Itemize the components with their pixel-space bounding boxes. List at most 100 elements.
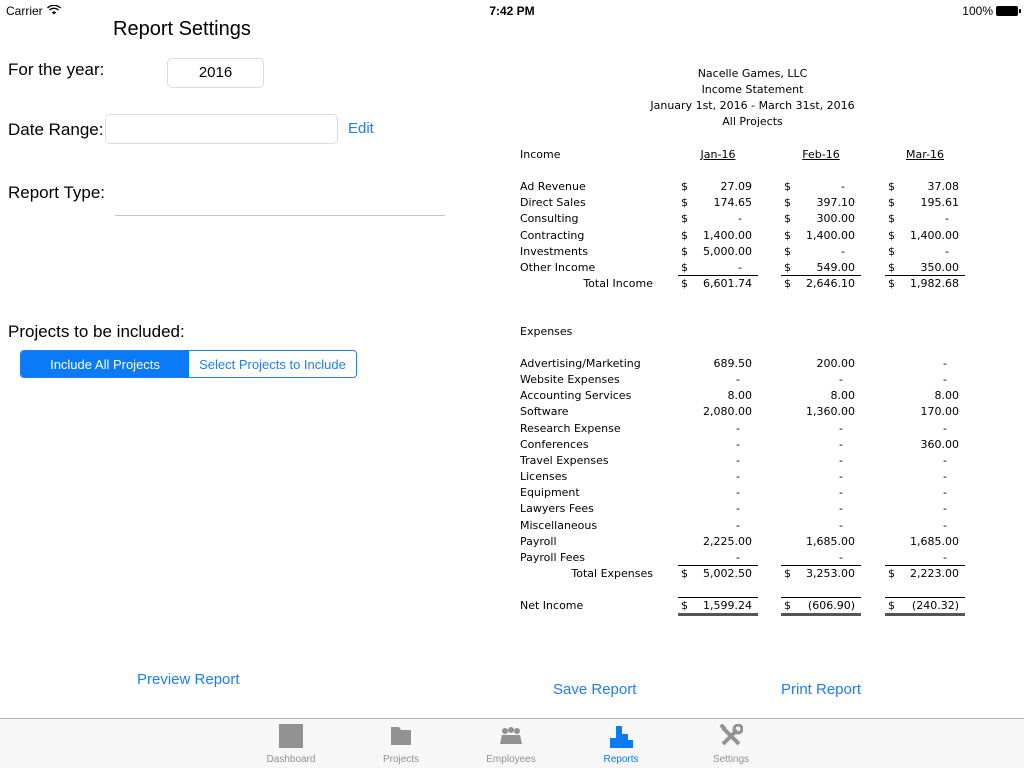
report-value: - — [839, 453, 843, 467]
income-row-label: Direct Sales — [520, 196, 586, 210]
expense-row-label: Payroll Fees — [520, 550, 586, 564]
tab-projects[interactable]: Projects — [351, 719, 451, 768]
currency-symbol: $ — [681, 599, 688, 612]
tab-settings[interactable]: Settings — [681, 719, 781, 768]
report-cell: $3,253.00 — [781, 567, 861, 581]
currency-symbol: $ — [681, 180, 688, 193]
income-row-label: Consulting — [520, 212, 579, 226]
report-cell: $ - — [885, 212, 965, 226]
report-value: 195.61 — [920, 196, 960, 210]
report-value: - — [943, 486, 947, 500]
report-cell: - — [781, 486, 861, 500]
report-value: 174.65 — [713, 196, 753, 210]
report-value: - — [839, 486, 843, 500]
report-cell: 1,360.00 — [781, 405, 861, 419]
projects-segmented-control: Include All Projects Select Projects to … — [20, 350, 357, 378]
report-scope: All Projects — [722, 115, 783, 128]
report-cell: - — [885, 486, 965, 500]
income-row-label: Investments — [520, 244, 589, 258]
report-value: - — [943, 518, 947, 532]
report-cell: $27.09 — [678, 180, 758, 194]
report-value: 1,400.00 — [806, 228, 855, 242]
report-value: - — [736, 373, 740, 387]
report-cell: $1,982.68 — [885, 277, 965, 291]
report-cell: $174.65 — [678, 196, 758, 210]
currency-symbol: $ — [784, 277, 791, 290]
column-header: Feb-16 — [802, 148, 840, 161]
report-value: 689.50 — [713, 357, 753, 370]
include-all-projects-segment[interactable]: Include All Projects — [21, 351, 189, 377]
print-report-button[interactable]: Print Report — [781, 681, 861, 698]
report-value: - — [943, 502, 947, 516]
tab-label: Projects — [382, 754, 420, 765]
report-cell: 1,685.00 — [781, 535, 861, 549]
report-cell: $195.61 — [885, 196, 965, 210]
total-income-label: Total Income — [583, 277, 653, 290]
income-row-label: Other Income — [520, 261, 596, 274]
report-value: 1,400.00 — [703, 228, 752, 242]
currency-symbol: $ — [888, 244, 895, 258]
report-value: - — [945, 212, 949, 226]
report-value: - — [736, 550, 740, 564]
currency-symbol: $ — [784, 212, 791, 226]
report-value: - — [738, 212, 742, 226]
report-cell: - — [678, 470, 758, 484]
double-underline — [885, 613, 965, 616]
save-report-button[interactable]: Save Report — [553, 681, 636, 698]
report-value: 1,599.24 — [703, 599, 752, 612]
report-cell: - — [781, 373, 861, 387]
tab-dashboard[interactable]: Dashboard — [241, 719, 341, 768]
report-cell: $ - — [678, 261, 758, 275]
report-cell: $5,002.50 — [678, 567, 758, 581]
report-value: - — [738, 261, 742, 274]
expense-row-label: Conferences — [520, 437, 589, 451]
report-cell: - — [678, 519, 758, 533]
report-cell: - — [885, 373, 965, 387]
report-value: 170.00 — [920, 405, 960, 419]
report-cell: $1,400.00 — [885, 229, 965, 243]
report-value: - — [736, 437, 740, 451]
tab-reports[interactable]: Reports — [571, 719, 671, 768]
select-projects-segment[interactable]: Select Projects to Include — [189, 351, 356, 377]
report-cell: - — [678, 551, 758, 565]
report-value: 2,225.00 — [703, 534, 752, 548]
tab-employees[interactable]: Employees — [461, 719, 561, 768]
report-cell: - — [678, 502, 758, 516]
report-type-field[interactable] — [115, 215, 445, 216]
report-value: 2,080.00 — [703, 405, 752, 419]
report-value: 350.00 — [920, 261, 960, 274]
report-cell: - — [885, 422, 965, 436]
report-cell: 8.00 — [678, 389, 758, 403]
expense-row-label: Website Expenses — [520, 373, 620, 387]
income-row-label: Ad Revenue — [520, 180, 586, 193]
report-cell: $ - — [781, 245, 861, 259]
report-title: Income Statement — [701, 83, 804, 96]
report-cell: $549.00 — [781, 261, 861, 275]
report-cell: - — [678, 454, 758, 468]
year-picker[interactable]: 2016 — [167, 58, 264, 88]
currency-symbol: $ — [888, 599, 895, 612]
report-cell: $1,400.00 — [678, 229, 758, 243]
total-rule — [678, 597, 758, 598]
currency-symbol: $ — [888, 228, 895, 242]
currency-symbol: $ — [888, 261, 895, 274]
currency-symbol: $ — [784, 196, 791, 210]
report-cell: $1,599.24 — [678, 599, 758, 613]
edit-date-range-button[interactable]: Edit — [348, 120, 374, 137]
report-value: 5,000.00 — [703, 244, 752, 258]
report-cell: 2,080.00 — [678, 405, 758, 419]
report-value: - — [736, 486, 740, 500]
date-range-input[interactable] — [105, 114, 338, 144]
currency-symbol: $ — [888, 277, 895, 290]
date-range-label: Date Range: — [8, 120, 104, 139]
report-value: - — [839, 421, 843, 435]
report-cell: $300.00 — [781, 212, 861, 226]
report-cell: $1,400.00 — [781, 229, 861, 243]
report-value: 8.00 — [727, 389, 753, 403]
tab-label: Dashboard — [266, 754, 316, 765]
preview-report-button[interactable]: Preview Report — [137, 671, 240, 688]
expense-row-label: Payroll — [520, 534, 557, 548]
report-value: - — [943, 373, 947, 387]
expense-row-label: Accounting Services — [520, 389, 632, 403]
expense-row-label: Research Expense — [520, 421, 621, 435]
